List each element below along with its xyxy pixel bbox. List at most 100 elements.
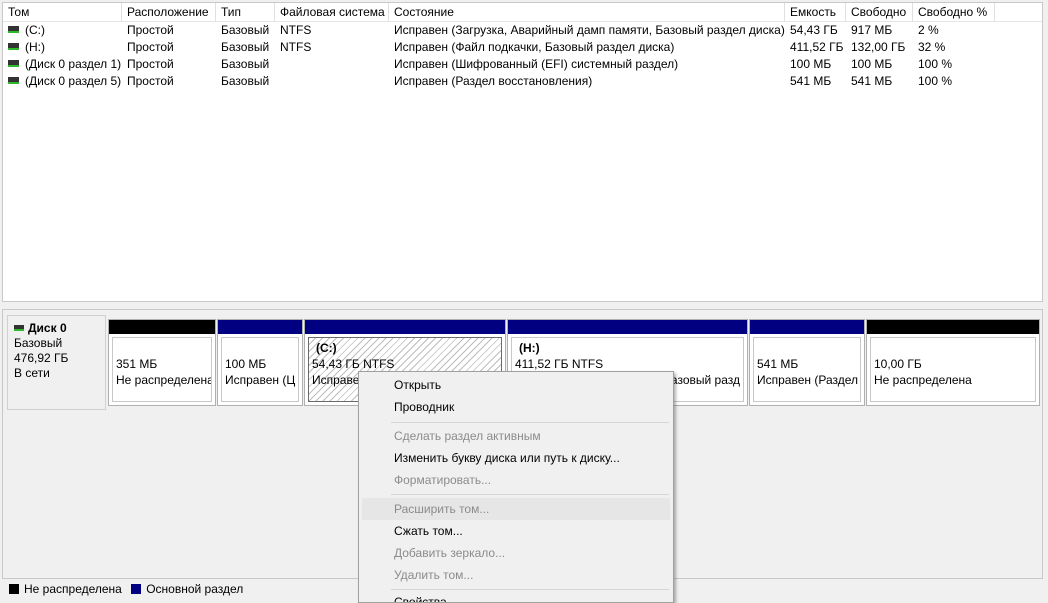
disk-state: В сети xyxy=(14,366,50,380)
partition-recovery[interactable]: 541 МБ Исправен (Раздел xyxy=(749,319,865,406)
free-cell: 541 МБ xyxy=(851,74,893,88)
partition-name: (C:) xyxy=(316,341,337,355)
capacity-cell: 54,43 ГБ xyxy=(790,23,838,37)
menu-item-open[interactable]: Открыть xyxy=(362,374,670,396)
disk-name: Диск 0 xyxy=(28,321,67,335)
type-cell: Базовый xyxy=(221,40,270,54)
volume-name: (C:) xyxy=(25,23,45,37)
capacity-cell: 541 МБ xyxy=(790,74,832,88)
volume-icon xyxy=(8,26,19,34)
partition-name xyxy=(757,340,857,356)
layout-cell: Простой xyxy=(127,57,174,71)
capacity-cell: 100 МБ xyxy=(790,57,832,71)
column-header-free[interactable]: Свободно xyxy=(846,3,913,21)
column-header-volume[interactable]: Том xyxy=(3,3,122,21)
free-percent-cell: 100 % xyxy=(918,74,953,88)
partition-size: 351 МБ xyxy=(116,357,158,371)
menu-item-explorer[interactable]: Проводник xyxy=(362,396,670,418)
menu-separator xyxy=(391,589,669,590)
partition-color-bar xyxy=(109,320,215,334)
type-cell: Базовый xyxy=(221,74,270,88)
disk-type: Базовый xyxy=(14,336,63,350)
partition-body: 351 МБ Не распределена xyxy=(112,337,212,402)
partition-color-bar xyxy=(305,320,505,334)
partition-color-bar xyxy=(750,320,864,334)
menu-item-delete-volume[interactable]: Удалить том... xyxy=(362,564,670,586)
partition-status: Исправен (Ц xyxy=(225,373,296,387)
context-menu[interactable]: Открыть Проводник Сделать раздел активны… xyxy=(358,371,674,603)
legend-label-primary: Основной раздел xyxy=(146,582,244,596)
volume-icon xyxy=(8,77,19,85)
legend: Не распределена Основной раздел xyxy=(9,582,243,596)
partition-unallocated-1[interactable]: 351 МБ Не распределена xyxy=(108,319,216,406)
layout-cell: Простой xyxy=(127,40,174,54)
type-cell: Базовый xyxy=(221,57,270,71)
column-header-capacity[interactable]: Емкость xyxy=(785,3,846,21)
partition-efi[interactable]: 100 МБ Исправен (Ц xyxy=(217,319,303,406)
partition-size: 10,00 ГБ xyxy=(874,357,922,371)
free-cell: 917 МБ xyxy=(851,23,893,37)
legend-swatch-unallocated xyxy=(9,583,19,594)
menu-item-extend-volume[interactable]: Расширить том... xyxy=(362,498,670,520)
status-cell: Исправен (Шифрованный (EFI) системный ра… xyxy=(394,57,679,71)
status-cell: Исправен (Раздел восстановления) xyxy=(394,74,593,88)
volume-row[interactable]: (H:) Простой Базовый NTFS Исправен (Файл… xyxy=(3,39,1042,56)
partition-color-bar xyxy=(508,320,747,334)
disk-title: Диск 0 xyxy=(14,321,99,336)
column-header-status[interactable]: Состояние xyxy=(389,3,785,21)
column-header-filesystem[interactable]: Файловая система xyxy=(275,3,389,21)
column-header-type[interactable]: Тип xyxy=(216,3,275,21)
column-header-free-percent[interactable]: Свободно % xyxy=(913,3,995,21)
partition-unallocated-2[interactable]: 10,00 ГБ Не распределена xyxy=(866,319,1040,406)
partition-color-bar xyxy=(218,320,302,334)
free-cell: 132,00 ГБ xyxy=(851,40,906,54)
partition-name xyxy=(225,340,295,356)
partition-status: Не распределена xyxy=(874,373,972,387)
legend-swatch-primary xyxy=(131,583,142,594)
menu-item-add-mirror[interactable]: Добавить зеркало... xyxy=(362,542,670,564)
menu-item-format[interactable]: Форматировать... xyxy=(362,469,670,491)
status-cell: Исправен (Загрузка, Аварийный дамп памят… xyxy=(394,23,785,37)
menu-item-shrink-volume[interactable]: Сжать том... xyxy=(362,520,670,542)
volume-name: (H:) xyxy=(25,40,45,54)
free-percent-cell: 2 % xyxy=(918,23,939,37)
menu-item-properties[interactable]: Свойства xyxy=(362,591,670,602)
free-percent-cell: 100 % xyxy=(918,57,953,71)
type-cell: Базовый xyxy=(221,23,270,37)
menu-separator xyxy=(391,422,669,423)
disk-icon xyxy=(14,324,24,331)
volume-icon xyxy=(8,43,19,51)
volume-cell: (H:) xyxy=(3,39,122,56)
disk-size: 476,92 ГБ xyxy=(14,351,69,365)
partition-body: 10,00 ГБ Не распределена xyxy=(870,337,1036,402)
partition-body: 541 МБ Исправен (Раздел xyxy=(753,337,861,402)
disk-info[interactable]: Диск 0 Базовый 476,92 ГБ В сети xyxy=(7,315,106,410)
column-header-layout[interactable]: Расположение xyxy=(122,3,216,21)
volume-row[interactable]: (Диск 0 раздел 5) Простой Базовый Исправ… xyxy=(3,73,1042,90)
partition-size: 411,52 ГБ NTFS xyxy=(515,357,604,371)
volume-list[interactable]: Том Расположение Тип Файловая система Со… xyxy=(2,2,1043,302)
volume-row[interactable]: (Диск 0 раздел 1) Простой Базовый Исправ… xyxy=(3,56,1042,73)
volume-cell: (Диск 0 раздел 5) xyxy=(3,73,122,90)
menu-item-mark-active[interactable]: Сделать раздел активным xyxy=(362,425,670,447)
menu-separator xyxy=(391,494,669,495)
layout-cell: Простой xyxy=(127,23,174,37)
volume-icon xyxy=(8,60,19,68)
volume-row[interactable]: (C:) Простой Базовый NTFS Исправен (Загр… xyxy=(3,22,1042,39)
partition-name xyxy=(116,340,208,356)
free-percent-cell: 32 % xyxy=(918,40,946,54)
volume-list-header: Том Расположение Тип Файловая система Со… xyxy=(3,3,1042,22)
partition-name xyxy=(874,340,1032,356)
legend-label-unallocated: Не распределена xyxy=(24,582,122,596)
partition-size: 100 МБ xyxy=(225,357,267,371)
partition-name: (H:) xyxy=(519,341,540,355)
volume-cell: (Диск 0 раздел 1) xyxy=(3,56,122,73)
volume-cell: (C:) xyxy=(3,22,122,39)
partition-size: 541 МБ xyxy=(757,357,799,371)
capacity-cell: 411,52 ГБ xyxy=(790,40,844,54)
filesystem-cell: NTFS xyxy=(280,40,312,54)
menu-item-change-drive-letter[interactable]: Изменить букву диска или путь к диску... xyxy=(362,447,670,469)
filesystem-cell: NTFS xyxy=(280,23,312,37)
partition-size: 54,43 ГБ NTFS xyxy=(312,357,395,371)
layout-cell: Простой xyxy=(127,74,174,88)
